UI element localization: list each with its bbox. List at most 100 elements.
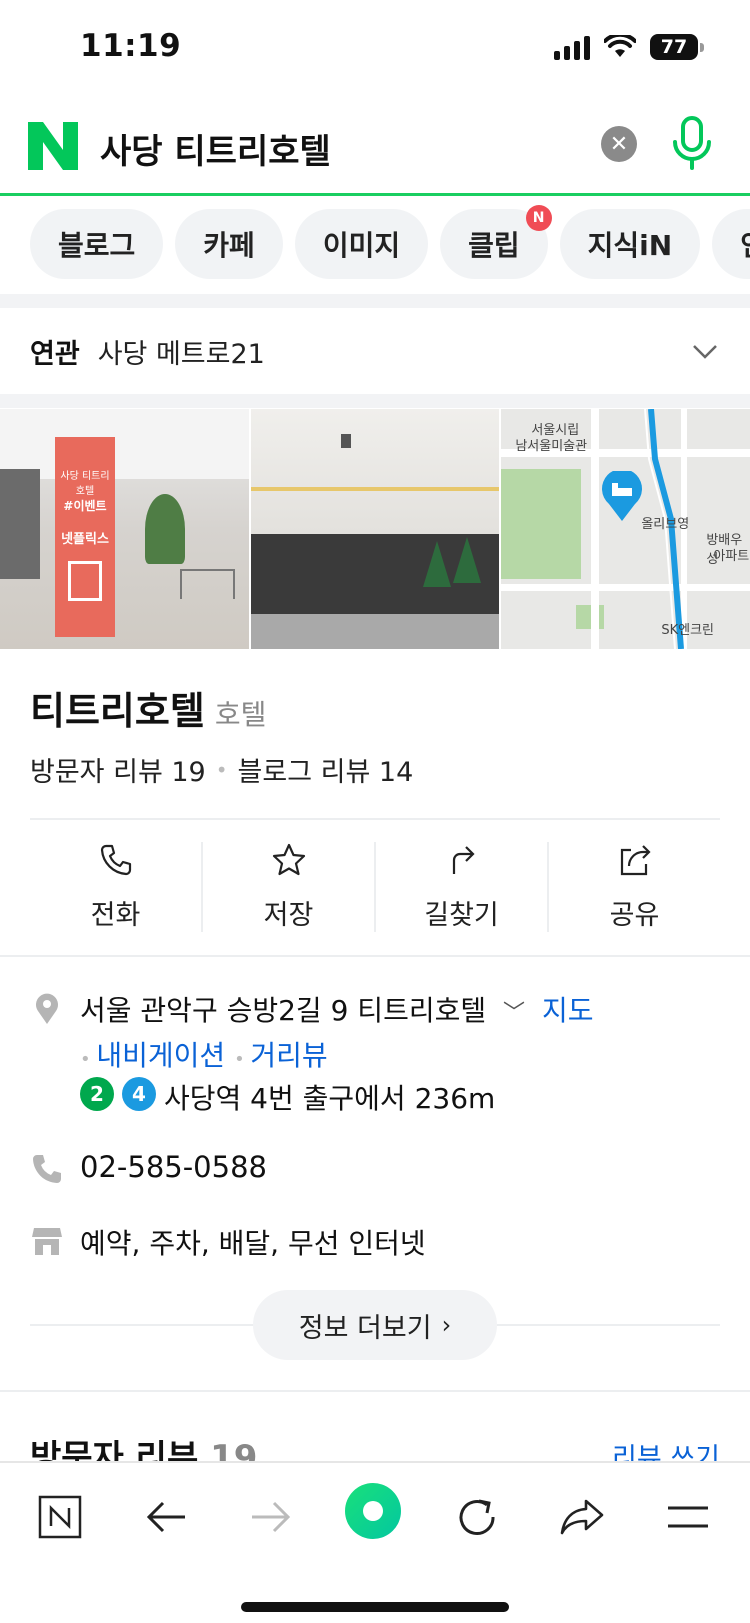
- search-input[interactable]: 사당 티트리호텔: [100, 124, 331, 173]
- action-bar: 전화 저장 길찾기 공유: [30, 842, 720, 932]
- navigation-link[interactable]: 내비게이션: [96, 1039, 225, 1072]
- banner-text: 사당 티트리 호텔: [60, 471, 110, 497]
- tab-image[interactable]: 이미지: [294, 209, 429, 279]
- chevron-right-icon: ›: [441, 1311, 452, 1339]
- hotel-pin-icon: [602, 471, 643, 521]
- hotel-lobby-photo[interactable]: 사당 티트리 호텔 #이벤트 넷플릭스: [0, 409, 249, 649]
- map-label: 남서울미술관: [515, 439, 588, 454]
- related-label: 연관: [30, 338, 80, 370]
- tab-label: 이미지: [322, 229, 401, 262]
- tab-more[interactable]: 인: [712, 209, 750, 279]
- tab-clip[interactable]: 클립 N: [440, 205, 552, 279]
- more-info-button[interactable]: 정보 더보기 ›: [253, 1290, 497, 1360]
- search-bar: 사당 티트리호텔 ✕: [0, 96, 750, 196]
- naver-logo-icon[interactable]: [28, 122, 78, 170]
- map-label: 올리브영: [641, 517, 690, 532]
- blog-review-count[interactable]: 블로그 리뷰 14: [238, 750, 414, 789]
- chevron-down-icon[interactable]: [692, 338, 718, 364]
- related-search[interactable]: 연관 사당 메트로21: [0, 308, 750, 394]
- tv-icon: [68, 561, 102, 601]
- dot-separator: •: [234, 1049, 251, 1070]
- phone-icon: [100, 844, 131, 876]
- location-map-thumbnail[interactable]: 서울시립 남서울미술관 방배우성 아파트 SK엔크린 올리브영: [501, 409, 750, 649]
- call-button[interactable]: 전화: [30, 842, 203, 932]
- refresh-button[interactable]: [447, 1487, 507, 1547]
- wifi-icon: [604, 35, 636, 57]
- refresh-icon: [459, 1499, 495, 1535]
- green-dot-button[interactable]: [343, 1481, 403, 1541]
- map-label: 아파트: [713, 549, 750, 564]
- forward-button[interactable]: [240, 1487, 300, 1547]
- action-label: 전화: [90, 900, 141, 931]
- status-time: 11:19: [80, 28, 182, 64]
- mic-icon[interactable]: [668, 114, 716, 174]
- map-label: SK엔크린: [661, 623, 715, 638]
- place-category: 호텔: [214, 698, 267, 731]
- clear-search-button[interactable]: ✕: [601, 126, 637, 162]
- subway-row: 2 4 사당역 4번 출구에서 236m: [80, 1077, 495, 1117]
- tab-label: 카페: [203, 229, 255, 262]
- tab-label: 지식iN: [587, 229, 673, 262]
- arrow-left-icon: [146, 1501, 185, 1533]
- hotel-exterior-photo[interactable]: [250, 409, 500, 649]
- divider: [30, 818, 720, 820]
- share-arrow-icon: [560, 1499, 604, 1535]
- subway-distance: 사당역 4번 출구에서 236m: [164, 1082, 496, 1115]
- dot-separator: •: [80, 1049, 97, 1070]
- share-button[interactable]: [552, 1487, 612, 1547]
- action-label: 저장: [263, 900, 314, 931]
- map-link[interactable]: 지도: [542, 994, 594, 1027]
- divider: [0, 1390, 750, 1392]
- photo-strip: 사당 티트리 호텔 #이벤트 넷플릭스 서울시립 남서울미술관 방배우성 아파트…: [0, 409, 750, 649]
- search-tabs: 블로그 카페 이미지 클립N 지식iN 인: [0, 190, 750, 294]
- directions-icon: [452, 846, 475, 874]
- store-icon: [32, 1228, 62, 1255]
- amenities-row: 예약, 주차, 배달, 무선 인터넷: [30, 1222, 426, 1262]
- status-bar: 11:19 77: [0, 0, 750, 96]
- tab-label: 클립: [468, 229, 520, 262]
- back-button[interactable]: [137, 1487, 197, 1547]
- street-view-link[interactable]: 거리뷰: [250, 1039, 327, 1072]
- action-label: 공유: [609, 900, 660, 931]
- new-badge: N: [525, 205, 552, 231]
- share-icon: [620, 845, 651, 876]
- dot-separator: •: [215, 757, 228, 782]
- save-button[interactable]: 저장: [203, 842, 376, 932]
- home-indicator: [241, 1602, 509, 1612]
- related-keyword[interactable]: 사당 메트로21: [98, 332, 265, 371]
- tab-cafe[interactable]: 카페: [175, 209, 283, 279]
- share-button[interactable]: 공유: [549, 842, 720, 932]
- tab-kin[interactable]: 지식iN: [559, 209, 701, 279]
- event-banner: 사당 티트리 호텔 #이벤트 넷플릭스: [55, 437, 115, 637]
- tab-label: 블로그: [58, 229, 136, 262]
- location-pin-icon: [36, 993, 59, 1024]
- section-divider: [0, 394, 750, 408]
- phone-icon: [33, 1155, 61, 1183]
- amenities-text: 예약, 주차, 배달, 무선 인터넷: [80, 1227, 426, 1260]
- review-counts: 방문자 리뷰 19 • 블로그 리뷰 14: [30, 750, 413, 789]
- banner-text: #이벤트: [63, 499, 107, 513]
- naver-home-button[interactable]: [30, 1487, 90, 1547]
- place-title: 티트리호텔 호텔: [30, 680, 266, 735]
- arrow-right-icon: [252, 1501, 291, 1533]
- phone-row[interactable]: 02-585-0588: [30, 1150, 267, 1186]
- tab-blog[interactable]: 블로그: [30, 209, 164, 279]
- signal-icon: [554, 34, 590, 60]
- naver-n-icon: [38, 1495, 82, 1539]
- green-dot-icon: [345, 1483, 401, 1539]
- chevron-down-icon[interactable]: ﹀: [503, 1001, 525, 1026]
- banner-text: 넷플릭스: [61, 532, 109, 547]
- subway-line-2-icon: 2: [80, 1077, 114, 1111]
- bottom-navigation: [0, 1461, 750, 1623]
- phone-number[interactable]: 02-585-0588: [80, 1150, 267, 1184]
- directions-button[interactable]: 길찾기: [376, 842, 549, 932]
- more-info-label: 정보 더보기: [298, 1312, 432, 1344]
- place-name: 티트리호텔: [30, 689, 205, 733]
- address-text: 서울 관악구 승방2길 9 티트리호텔: [80, 994, 487, 1027]
- section-divider: [0, 294, 750, 308]
- visitor-review-count[interactable]: 방문자 리뷰 19: [30, 750, 206, 789]
- menu-button[interactable]: [658, 1487, 718, 1547]
- battery-icon: 77: [650, 34, 704, 60]
- action-label: 길찾기: [424, 900, 499, 931]
- tab-label: 인: [740, 224, 750, 264]
